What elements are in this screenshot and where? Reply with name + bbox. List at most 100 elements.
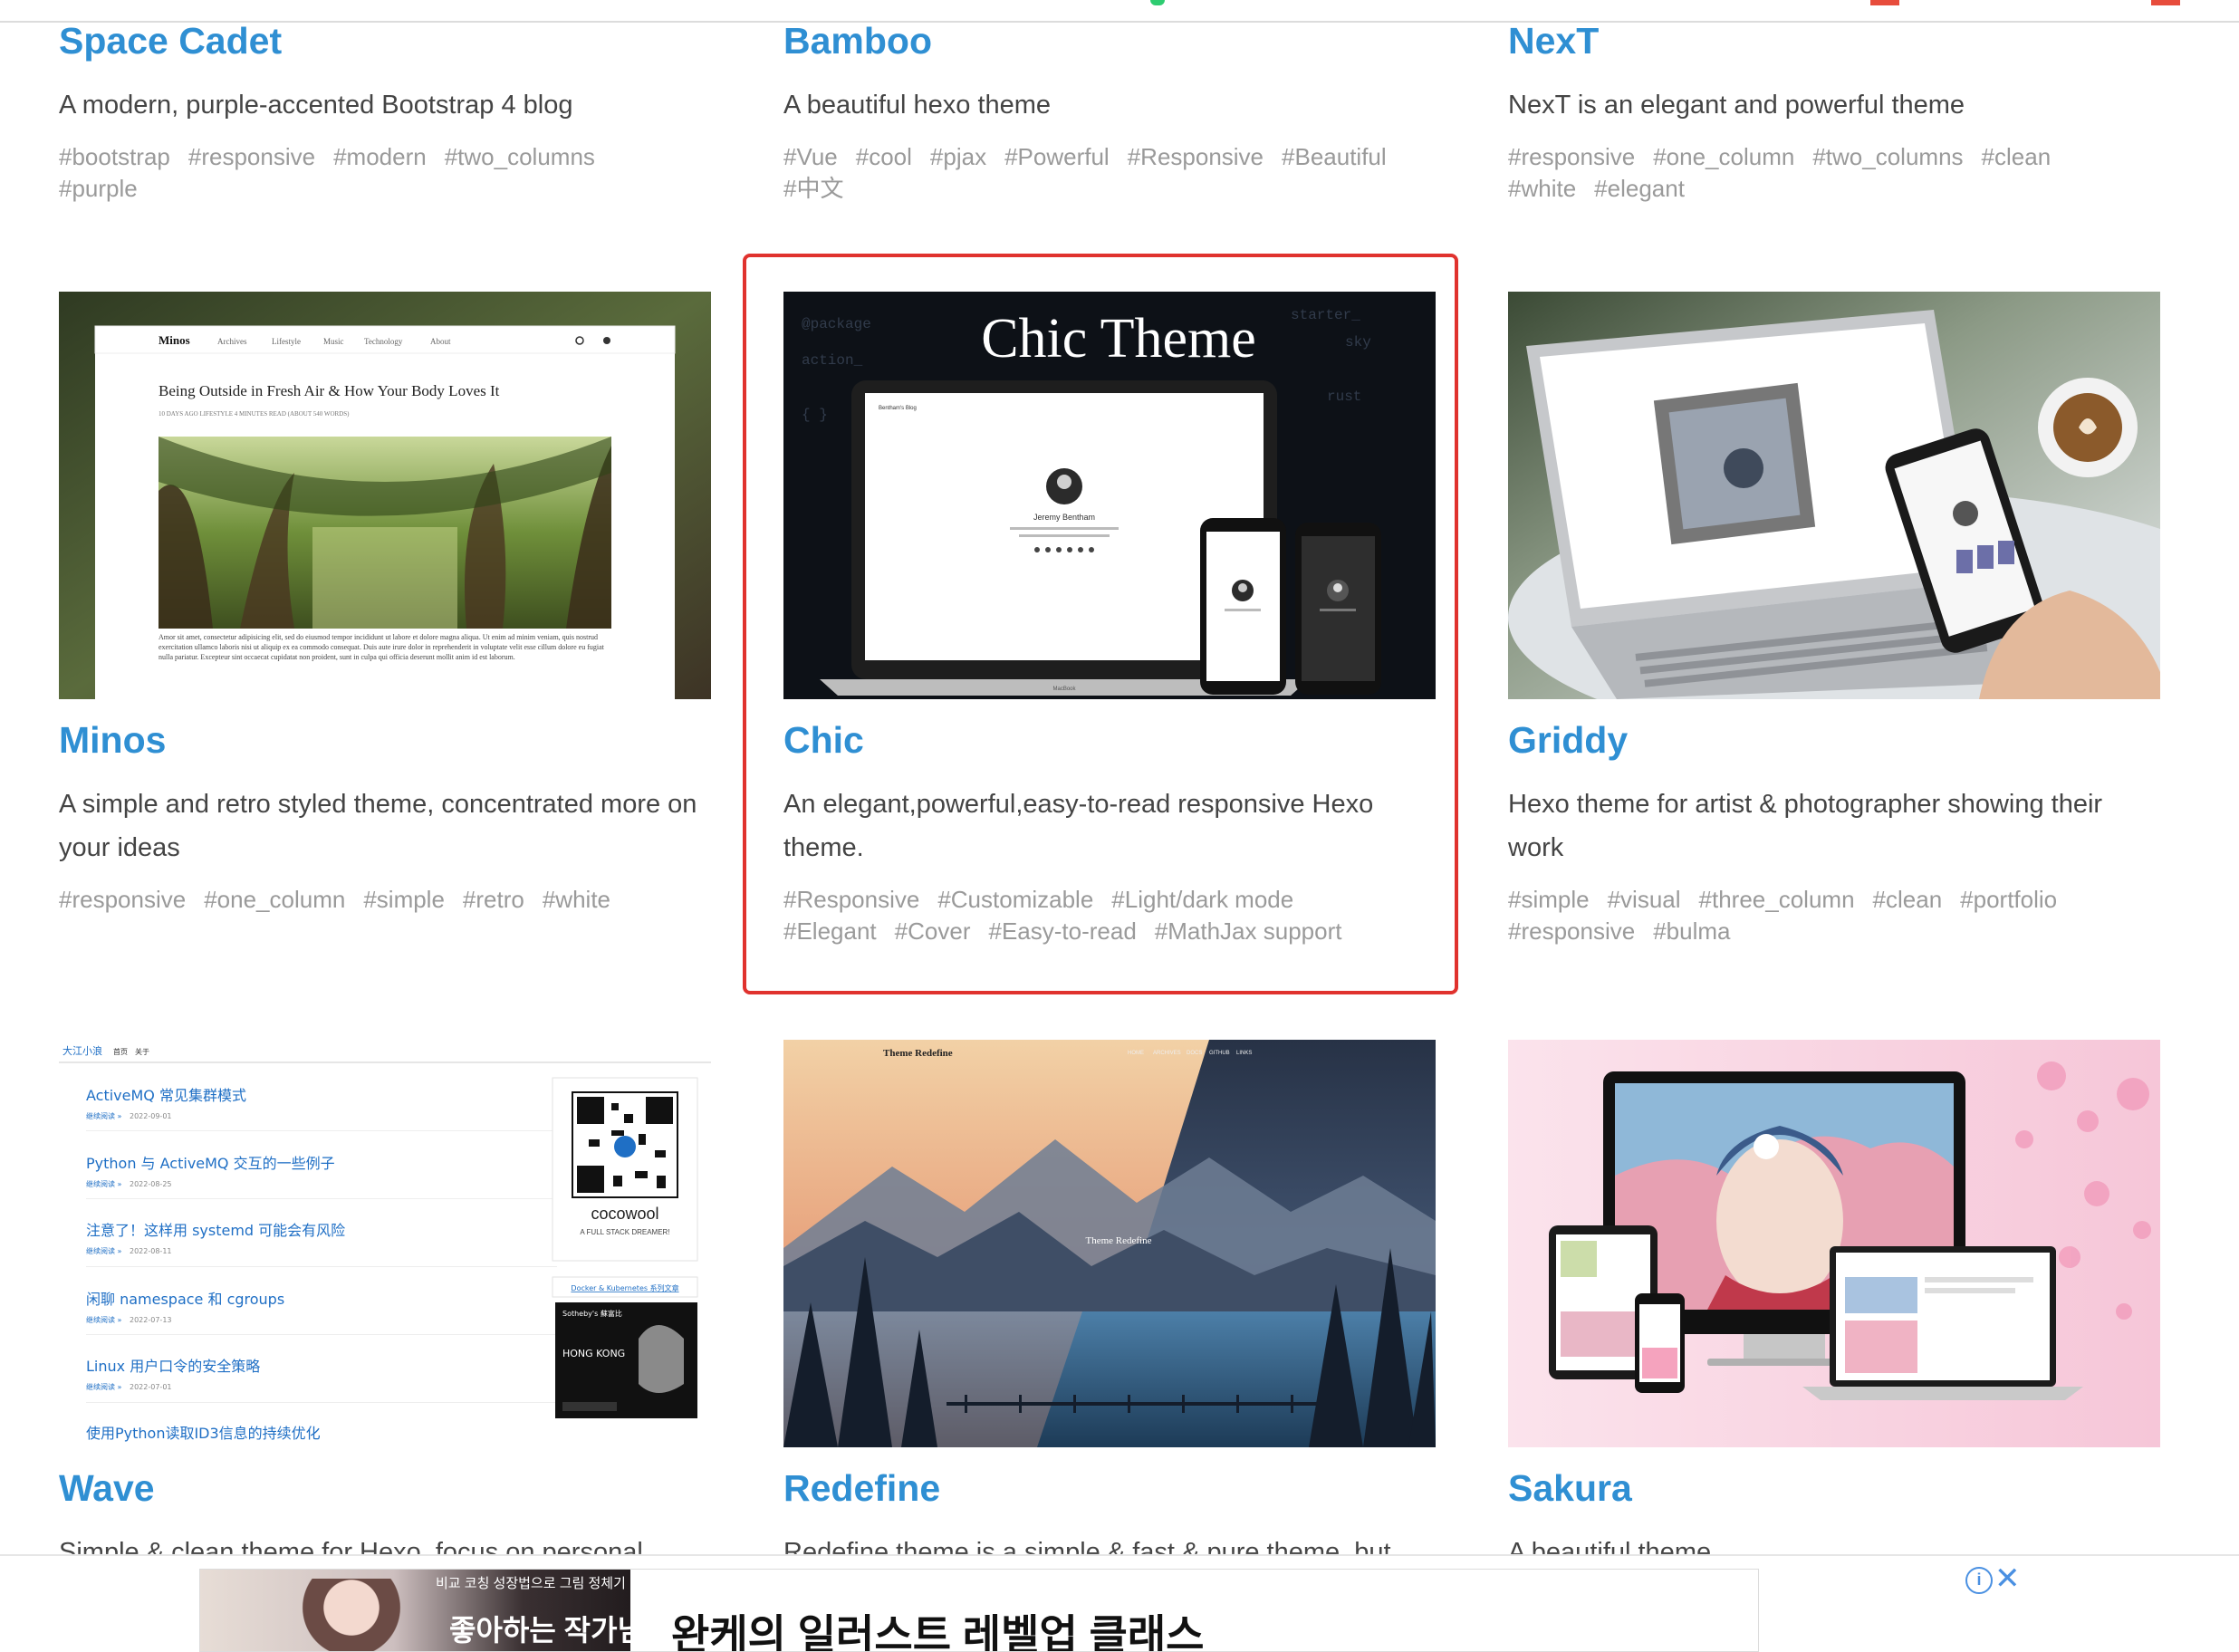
tag[interactable]: #Responsive (783, 886, 919, 913)
tag[interactable]: #Easy-to-read (988, 917, 1136, 945)
toolbar-marker (2151, 0, 2180, 5)
theme-card[interactable]: Bamboo A beautiful hexo theme #Vue #cool #… (783, 18, 1436, 205)
ad-text[interactable]: 완케의 일러스트 레벨업 클래스 (671, 1602, 1205, 1651)
svg-text:HOME: HOME (1128, 1051, 1144, 1056)
svg-text:@package: @package (802, 316, 871, 332)
close-icon[interactable]: ✕ (1994, 1563, 2021, 1594)
svg-text:rust: rust (1327, 389, 1361, 405)
tag[interactable]: #responsive (1508, 917, 1635, 945)
tag[interactable]: #two_columns (1812, 143, 1963, 170)
theme-title[interactable]: Griddy (1508, 717, 2160, 763)
ad-banner[interactable]: 비교 코칭 성장법으로 그림 정체기 벗어나기 좋아하는 작가님 완케의 일러스… (0, 1554, 2239, 1652)
info-icon[interactable]: i (1965, 1567, 1993, 1594)
tag[interactable]: #MathJax support (1155, 917, 1342, 945)
tag[interactable]: #Vue (783, 143, 838, 170)
tag[interactable]: #cool (856, 143, 912, 170)
tag-list: #Vue #cool #pjax #Powerful #Responsive #Beaut… (783, 141, 1436, 205)
toolbar-marker (1870, 0, 1899, 5)
svg-text:ARCHIVES: ARCHIVES (1153, 1051, 1181, 1056)
tag[interactable]: #elegant (1594, 175, 1685, 202)
theme-title[interactable]: Sakura (1508, 1465, 2160, 1511)
svg-text:继续阅读 »: 继续阅读 » (86, 1382, 122, 1391)
svg-text:action_: action_ (802, 352, 863, 369)
theme-card[interactable]: 大江小浪 首页 关于 ActiveMQ 常见集群模式 继续阅读 » 2022-09… (59, 1040, 711, 1574)
qr-name: cocowool (591, 1205, 658, 1223)
preview-center-title: Theme Redefine (1086, 1235, 1152, 1246)
tag[interactable]: #three_column (1699, 886, 1855, 913)
tag-list: #responsive #one_column #two_columns #clean… (1508, 141, 2160, 205)
tag[interactable]: #one_column (204, 886, 345, 913)
theme-title[interactable]: Redefine (783, 1465, 1436, 1511)
tag[interactable]: #Beautiful (1282, 143, 1387, 170)
svg-text:关于: 关于 (135, 1047, 149, 1056)
preview-nav: Lifestyle (272, 337, 301, 346)
tag[interactable]: #responsive (59, 886, 186, 913)
theme-description: NexT is an elegant and powerful theme (1508, 91, 1965, 120)
theme-title[interactable]: NexT (1508, 18, 2160, 63)
theme-preview-image[interactable]: Minos Archives Lifestyle Music Technolog… (59, 292, 711, 699)
preview-post-title: 闲聊 namespace 和 cgroups (86, 1291, 284, 1308)
tag[interactable]: #portfolio (1960, 886, 2057, 913)
theme-preview-image[interactable] (1508, 292, 2160, 699)
theme-title[interactable]: Chic (783, 717, 1436, 763)
tag[interactable]: #pjax (930, 143, 986, 170)
tag[interactable]: #Elegant (783, 917, 877, 945)
theme-preview-image[interactable] (1508, 1040, 2160, 1447)
tag-list: #Responsive #Customizable #Light/dark mode… (783, 884, 1436, 947)
tag[interactable]: #visual (1608, 886, 1681, 913)
tag[interactable]: #Responsive (1128, 143, 1264, 170)
tag[interactable]: #clean (1982, 143, 2052, 170)
svg-text:2022-07-01: 2022-07-01 (130, 1383, 172, 1391)
preview-nav: Archives (217, 337, 247, 346)
svg-text:starter_: starter_ (1291, 307, 1360, 323)
theme-preview-image[interactable]: 大江小浪 首页 关于 ActiveMQ 常见集群模式 继续阅读 » 2022-09… (59, 1040, 711, 1447)
toolbar-marker (1150, 0, 1165, 5)
tag[interactable]: #中文 (783, 175, 843, 202)
ad-content[interactable]: 비교 코칭 성장법으로 그림 정체기 벗어나기 좋아하는 작가님 완케의 일러스… (199, 1569, 1759, 1652)
theme-title[interactable]: Space Cadet (59, 18, 711, 63)
theme-preview-image[interactable]: Theme Redefine Theme Redefine HOME ARCHIV… (783, 1040, 1436, 1447)
tag[interactable]: #simple (1508, 886, 1590, 913)
theme-card[interactable]: Minos Archives Lifestyle Music Technolog… (59, 292, 711, 916)
theme-card[interactable]: Theme Redefine Theme Redefine HOME ARCHIV… (783, 1040, 1436, 1574)
svg-text:继续阅读 »: 继续阅读 » (86, 1111, 122, 1120)
theme-preview-image[interactable]: @package action_ starter_ sky { } rust Chic … (783, 292, 1436, 699)
theme-card[interactable]: NexT NexT is an elegant and powerful the… (1508, 18, 2160, 205)
tag[interactable]: #one_column (1653, 143, 1794, 170)
tag[interactable]: #retro (463, 886, 524, 913)
theme-title[interactable]: Bamboo (783, 18, 1436, 63)
svg-text:{ }: { } (802, 407, 828, 423)
svg-text:2022-08-11: 2022-08-11 (130, 1247, 172, 1255)
theme-description: A simple and retro styled theme, concent… (59, 790, 697, 862)
tag[interactable]: #Customizable (937, 886, 1093, 913)
tag[interactable]: #clean (1873, 886, 1943, 913)
preview-nav: Technology (364, 337, 403, 346)
tag[interactable]: #responsive (1508, 143, 1635, 170)
preview-post-title: 注意了！这样用 systemd 可能会有风险 (86, 1222, 345, 1239)
theme-description: A modern, purple-accented Bootstrap 4 bl… (59, 91, 573, 120)
tag[interactable]: #bulma (1653, 917, 1730, 945)
theme-title[interactable]: Minos (59, 717, 711, 763)
ad-image[interactable]: 비교 코칭 성장법으로 그림 정체기 벗어나기 좋아하는 작가님 (200, 1570, 679, 1651)
tag[interactable]: #white (1508, 175, 1576, 202)
tag[interactable]: #white (543, 886, 610, 913)
tag[interactable]: #modern (333, 143, 427, 170)
tag[interactable]: #responsive (188, 143, 315, 170)
preview-post-title: ActiveMQ 常见集群模式 (86, 1087, 246, 1104)
tag[interactable]: #Light/dark mode (1111, 886, 1293, 913)
tag[interactable]: #Cover (895, 917, 971, 945)
theme-card[interactable]: Sakura A beautiful theme (1508, 1040, 2160, 1574)
tag[interactable]: #simple (363, 886, 445, 913)
theme-card[interactable]: @package action_ starter_ sky { } rust Chic … (783, 292, 1436, 947)
tag[interactable]: #two_columns (445, 143, 595, 170)
svg-text:sky: sky (1345, 334, 1371, 351)
tag-list: #bootstrap #responsive #modern #two_columns… (59, 141, 711, 205)
theme-card[interactable]: Griddy Hexo theme for artist & photograp… (1508, 292, 2160, 947)
theme-card[interactable]: Space Cadet A modern, purple-accented Bo… (59, 18, 711, 205)
svg-text:Sotheby's 蘇富比: Sotheby's 蘇富比 (562, 1309, 622, 1318)
theme-title[interactable]: Wave (59, 1465, 711, 1511)
tag[interactable]: #bootstrap (59, 143, 170, 170)
tag[interactable]: #purple (59, 175, 138, 202)
svg-text:A FULL STACK DREAMER!: A FULL STACK DREAMER! (580, 1228, 669, 1236)
tag[interactable]: #Powerful (1004, 143, 1110, 170)
